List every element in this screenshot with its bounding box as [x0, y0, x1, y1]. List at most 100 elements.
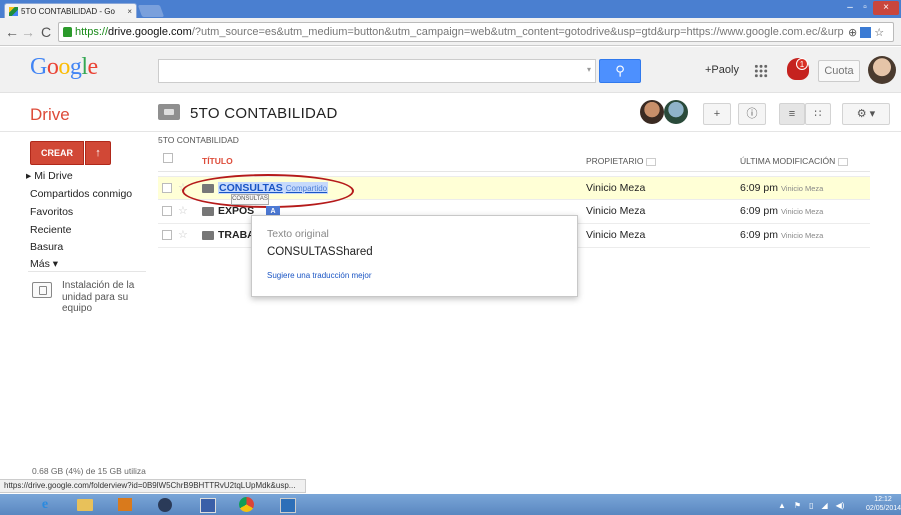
breadcrumb[interactable]: 5TO CONTABILIDAD	[158, 135, 239, 145]
sort-dropdown-icon[interactable]	[646, 157, 657, 166]
details-info-button[interactable]: ⓘ	[738, 103, 766, 125]
battery-icon[interactable]: ▯	[809, 501, 813, 510]
file-modified: 6:09 pm Vinicio Meza	[740, 229, 823, 241]
reload-button[interactable]: C	[38, 24, 54, 40]
zoom-icon[interactable]: ⊕	[848, 26, 857, 39]
browser-tab[interactable]: 5TO CONTABILIDAD - Go ×	[4, 3, 137, 18]
system-clock[interactable]: 12:12 02/05/2014	[866, 495, 901, 513]
row-checkbox[interactable]	[162, 206, 172, 216]
media-player-icon[interactable]	[150, 494, 180, 515]
popup-original-text: CONSULTASShared	[267, 246, 373, 258]
modified-by: Vinicio Meza	[780, 184, 824, 193]
list-header-divider	[158, 171, 870, 172]
list-view-button[interactable]: ≡	[779, 103, 805, 125]
row-checkbox[interactable]	[162, 183, 172, 193]
cuota-button[interactable]: Cuota	[818, 60, 860, 82]
suggest-translation-link[interactable]: Sugiere una traducción mejor	[267, 271, 372, 280]
window-minimize-button[interactable]: –	[843, 1, 857, 15]
install-drive-icon[interactable]	[32, 282, 52, 298]
share-button[interactable]: +	[703, 103, 731, 125]
search-button[interactable]: ⚲	[599, 59, 641, 83]
file-owner: Vinicio Meza	[586, 182, 646, 194]
upload-button[interactable]: ↑	[85, 141, 111, 165]
new-tab-button[interactable]	[137, 5, 165, 17]
file-name[interactable]: TRABA	[218, 229, 255, 241]
address-bar[interactable]: https:// drive.google.com /?utm_source=e…	[58, 22, 894, 42]
window-close-button[interactable]: ×	[873, 1, 899, 15]
upload-arrow-icon: ↑	[95, 147, 101, 159]
clock-time: 12:12	[874, 496, 892, 503]
collaborator-avatar[interactable]	[640, 100, 664, 124]
omnibox-icons: ⊕ ☆	[848, 24, 898, 40]
sidebar-item-favorites[interactable]: Favoritos	[30, 206, 73, 218]
url-path: /?utm_source=es&utm_medium=button&utm_ca…	[191, 26, 844, 38]
app-icon[interactable]	[192, 494, 222, 515]
bookmark-star-icon[interactable]: ☆	[874, 26, 884, 39]
star-icon[interactable]: ☆	[178, 228, 188, 241]
google-logo[interactable]: Google	[30, 54, 98, 81]
column-header-modified-label: ÚLTIMA MODIFICACIÓN	[740, 156, 836, 166]
modified-by: Vinicio Meza	[780, 231, 824, 240]
url-scheme: https://	[75, 26, 109, 38]
drive-search-input[interactable]: ▾	[158, 59, 596, 83]
sidebar-item-more[interactable]: Más ▾	[30, 258, 58, 270]
clock-date: 02/05/2014	[866, 505, 901, 512]
popup-caption: Texto original	[267, 228, 329, 240]
settings-gear-button[interactable]: ⚙ ▾	[842, 103, 890, 125]
tab-title: 5TO CONTABILIDAD - Go	[21, 6, 115, 16]
drive-favicon-icon	[9, 6, 18, 16]
search-options-icon[interactable]: ▾	[587, 65, 591, 74]
sidebar-item-shared[interactable]: Compartidos conmigo	[30, 188, 132, 200]
create-button[interactable]: CREAR	[30, 141, 84, 165]
account-avatar[interactable]	[868, 56, 896, 84]
shared-folder-icon	[158, 104, 180, 120]
sidebar-item-recent[interactable]: Reciente	[30, 224, 71, 236]
storage-quota-text: 0.68 GB (4%) de 15 GB utiliza	[32, 466, 146, 476]
back-button[interactable]: ←	[4, 24, 20, 40]
collaborator-avatar[interactable]	[664, 100, 688, 124]
file-owner: Vinicio Meza	[586, 229, 646, 241]
lock-icon	[63, 27, 72, 37]
modified-by: Vinicio Meza	[780, 207, 824, 216]
paint-icon[interactable]	[272, 494, 302, 515]
sort-dropdown-icon[interactable]	[838, 157, 849, 166]
extension-icon[interactable]	[860, 26, 872, 38]
column-header-title[interactable]: TÍTULO	[202, 156, 233, 166]
flag-icon[interactable]: ⚑	[794, 501, 801, 510]
file-explorer-icon[interactable]	[70, 494, 100, 515]
sidebar-item-mi-drive[interactable]: ▸ Mi Drive	[26, 170, 73, 182]
select-all-checkbox[interactable]	[163, 153, 173, 163]
tray-arrow-icon[interactable]: ▲	[778, 501, 786, 510]
column-header-owner-label: PROPIETARIO	[586, 156, 644, 166]
column-header-modified[interactable]: ÚLTIMA MODIFICACIÓN	[740, 156, 849, 166]
drive-title[interactable]: Drive	[30, 105, 70, 125]
row-checkbox[interactable]	[162, 230, 172, 240]
app-icon[interactable]	[110, 494, 140, 515]
modified-time: 6:09 pm	[740, 205, 778, 217]
apps-grid-icon[interactable]	[754, 64, 768, 78]
forward-button[interactable]: →	[20, 24, 36, 40]
volume-icon[interactable]: ◀)	[836, 501, 845, 510]
notification-count-badge: 1	[796, 58, 808, 70]
folder-title: 5TO CONTABILIDAD	[190, 105, 338, 122]
grid-view-button[interactable]: ∷	[805, 103, 831, 125]
internet-explorer-icon[interactable]: e	[30, 494, 60, 515]
network-icon[interactable]: ◢	[822, 501, 828, 510]
sidebar-item-trash[interactable]: Basura	[30, 241, 63, 253]
file-owner: Vinicio Meza	[586, 205, 646, 217]
browser-status-bar: https://drive.google.com/folderview?id=0…	[0, 479, 306, 493]
column-header-owner[interactable]: PROPIETARIO	[586, 156, 657, 166]
tab-close-icon[interactable]: ×	[127, 7, 132, 16]
chrome-icon[interactable]	[232, 494, 262, 515]
window-maximize-button[interactable]: ▫	[858, 1, 872, 15]
install-drive-link[interactable]: Instalación de la unidad para su equipo	[62, 280, 152, 315]
star-icon[interactable]: ☆	[178, 204, 188, 217]
shared-folder-icon	[202, 231, 214, 240]
hover-tooltip: CONSULTAS	[231, 194, 269, 205]
modified-time: 6:09 pm	[740, 229, 778, 241]
modified-time: 6:09 pm	[740, 182, 778, 194]
file-modified: 6:09 pm Vinicio Meza	[740, 182, 823, 194]
google-plus-user-link[interactable]: +Paoly	[705, 64, 739, 76]
file-modified: 6:09 pm Vinicio Meza	[740, 205, 823, 217]
url-host: drive.google.com	[108, 26, 192, 38]
